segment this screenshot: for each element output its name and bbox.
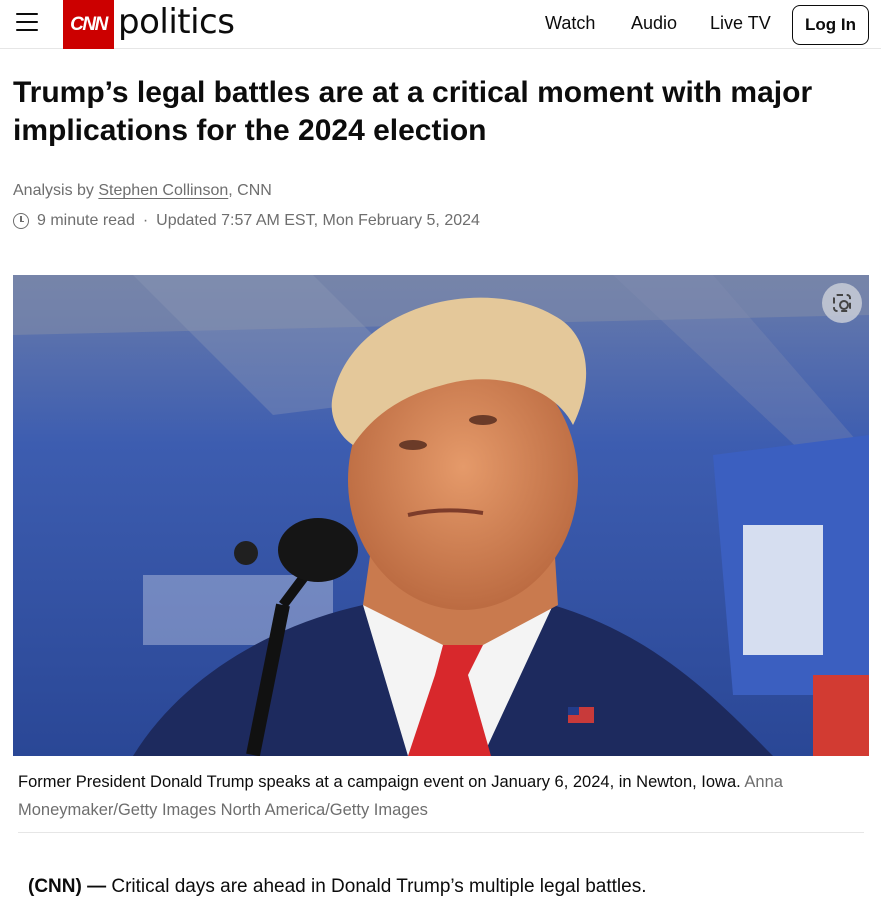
section-name-politics[interactable]: politics xyxy=(118,2,235,42)
hero-illustration xyxy=(13,275,869,756)
nav-live-tv-link[interactable]: Live TV xyxy=(710,13,771,34)
byline-suffix: , CNN xyxy=(228,182,272,199)
clock-icon xyxy=(13,213,29,229)
byline: Analysis by Stephen Collinson, CNN xyxy=(13,182,272,200)
hero-image[interactable] xyxy=(13,275,869,756)
log-in-button[interactable]: Log In xyxy=(792,5,869,45)
top-navigation-bar: CNN politics Watch Audio Live TV Log In xyxy=(0,0,881,49)
nav-audio-link[interactable]: Audio xyxy=(631,13,677,34)
image-caption: Former President Donald Trump speaks at … xyxy=(18,768,868,824)
meta-separator: · xyxy=(142,212,149,229)
byline-prefix: Analysis by xyxy=(13,182,94,199)
author-link[interactable]: Stephen Collinson xyxy=(98,182,228,199)
caption-divider xyxy=(18,832,864,833)
read-time: 9 minute read xyxy=(37,212,135,229)
nav-watch-link[interactable]: Watch xyxy=(545,13,595,34)
caption-text: Former President Donald Trump speaks at … xyxy=(18,773,741,791)
lead-text: Critical days are ahead in Donald Trump’… xyxy=(106,876,647,897)
image-search-icon[interactable] xyxy=(822,283,862,323)
article-meta: 9 minute read · Updated 7:57 AM EST, Mon… xyxy=(13,212,480,230)
cnn-logo[interactable]: CNN xyxy=(63,0,114,49)
updated-timestamp: Updated 7:57 AM EST, Mon February 5, 202… xyxy=(156,212,480,229)
lead-source: (CNN) — xyxy=(28,876,107,897)
article-lead-paragraph: (CNN) — Critical days are ahead in Donal… xyxy=(28,876,646,898)
article-headline: Trump’s legal battles are at a critical … xyxy=(13,76,813,147)
hamburger-menu-icon[interactable] xyxy=(14,11,40,35)
